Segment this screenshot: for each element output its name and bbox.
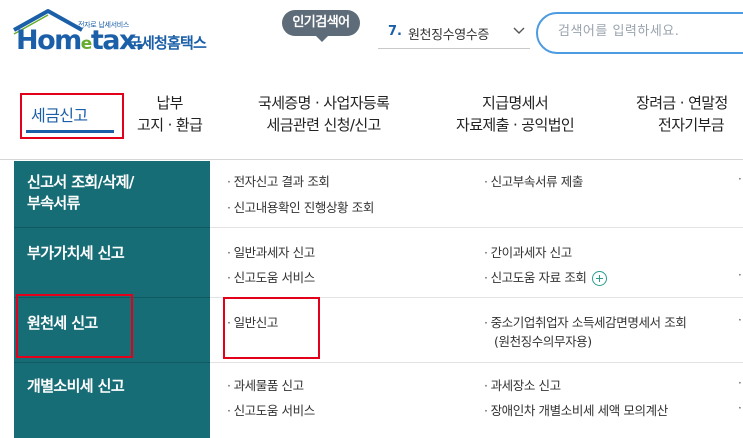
logo-korean-name: 국세청홈택스	[128, 34, 207, 52]
annotation-box-category	[16, 294, 133, 358]
site-header: 전자로 납세서비스 Hometax. 국세청홈택스 인기검색어 7. 원천징수영…	[0, 0, 743, 80]
popular-divider	[378, 48, 530, 49]
hometax-logo[interactable]: 전자로 납세서비스 Hometax. 국세청홈택스	[12, 8, 227, 60]
link-help-data-inquiry[interactable]: 신고도움 자료 조회	[484, 268, 607, 288]
link-filing-help[interactable]: 신고도움 서비스	[227, 268, 316, 288]
category-return-inquiry[interactable]: 신고서 조회/삭제/ 부속서류	[27, 172, 134, 214]
submenu-row-vat: 부가가치세 신고 일반과세자 신고 신고도움 서비스 간이과세자 신고 신고도움…	[14, 228, 743, 298]
submenu-row-return-inquiry: 신고서 조회/삭제/ 부속서류 전자신고 결과 조회 신고내용확인 진행상황 조…	[14, 161, 743, 228]
link-taxable-goods[interactable]: 과세물품 신고	[227, 376, 305, 396]
category-vat[interactable]: 부가가치세 신고	[27, 243, 125, 264]
main-navigation: 세금신고 납부 고지 · 환급 국세증명 · 사업자등록 세금관련 신청/신고 …	[0, 80, 743, 160]
link-filing-help-excise[interactable]: 신고도움 서비스	[227, 401, 316, 421]
link-general-taxpayer[interactable]: 일반과세자 신고	[227, 243, 316, 263]
logo-wordmark: Hometax.	[16, 25, 145, 56]
submenu-row-excise: 개별소비세 신고 과세물품 신고 신고도움 서비스 과세장소 신고 장애인차 개…	[14, 363, 743, 438]
popular-search-dropdown[interactable]: 7. 원천징수영수증	[378, 18, 530, 48]
tab-payment[interactable]: 납부 고지 · 환급	[137, 92, 203, 136]
link-disabled-vehicle-simulation[interactable]: 장애인차 개별소비세 세액 모의계산	[484, 401, 669, 421]
tab-payment-statement[interactable]: 지급명세서 자료제출 · 공익법인	[456, 92, 575, 136]
popular-rank: 7.	[388, 24, 402, 39]
active-tab-underline	[26, 130, 114, 133]
tab-certificate-registration[interactable]: 국세증명 · 사업자등록 세금관련 신청/신고	[258, 92, 390, 136]
search-input[interactable]	[558, 24, 743, 39]
link-simplified-taxpayer[interactable]: 간이과세자 신고	[484, 243, 573, 263]
popular-search-badge: 인기검색어	[282, 10, 360, 42]
link-e-filing-result[interactable]: 전자신고 결과 조회	[227, 172, 330, 192]
search-box[interactable]	[536, 12, 743, 54]
link-attachment-submit[interactable]: 신고부속서류 제출	[484, 172, 584, 192]
link-review-progress[interactable]: 신고내용확인 진행상황 조회	[227, 198, 375, 218]
link-sme-tax-reduction[interactable]: 중소기업취업자 소득세감면명세서 조회	[484, 313, 687, 333]
expand-plus-icon[interactable]	[591, 271, 607, 286]
popular-term: 원천징수영수증	[408, 28, 489, 43]
chevron-down-icon	[513, 27, 525, 34]
tab-tax-filing[interactable]: 세금신고	[31, 102, 88, 126]
link-sme-tax-reduction-note: (원천징수의무자용)	[494, 334, 592, 349]
link-taxable-place[interactable]: 과세장소 신고	[484, 376, 562, 396]
category-excise-tax[interactable]: 개별소비세 신고	[27, 376, 125, 397]
tab-incentive-donation[interactable]: 장려금 · 연말정 전자기부금	[636, 92, 728, 136]
annotation-box-general-filing	[223, 297, 320, 359]
